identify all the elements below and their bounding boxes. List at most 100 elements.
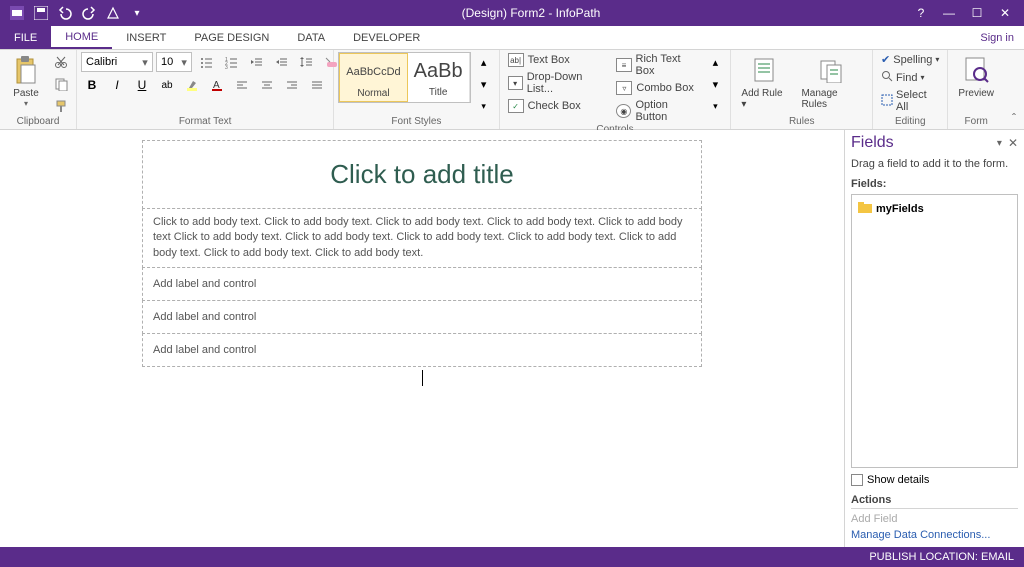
redo-icon[interactable] (78, 2, 100, 24)
pane-close-icon[interactable]: ✕ (1008, 136, 1018, 150)
spelling-button[interactable]: ✔Spelling ▾ (877, 52, 943, 67)
find-button[interactable]: Find ▾ (877, 69, 943, 86)
controls-column-1: ab|Text Box ▾Drop-Down List... ✓Check Bo… (504, 52, 611, 114)
style-normal[interactable]: AaBbCcDd Normal (339, 53, 407, 102)
italic-button[interactable]: I (106, 75, 128, 95)
controls-down-button[interactable]: ▾ (704, 74, 726, 94)
fields-pane-label: Fields: (845, 176, 1024, 192)
form-canvas[interactable]: Click to add title Click to add body tex… (142, 140, 702, 386)
style-title[interactable]: AaBb Title (408, 53, 470, 102)
font-size-combo[interactable]: 10▾ (156, 52, 192, 72)
align-right-button[interactable] (281, 75, 303, 95)
style-normal-preview: AaBbCcDd (346, 56, 400, 88)
group-clipboard: Paste ▾ Clipboard (0, 50, 77, 129)
undo-icon[interactable] (54, 2, 76, 24)
control-richtext[interactable]: ≡Rich Text Box (612, 52, 702, 78)
quick-publish-icon[interactable] (102, 2, 124, 24)
paste-icon (10, 54, 42, 86)
style-gallery-scroller: ▴ ▾ ▾ (473, 52, 495, 116)
save-icon[interactable] (30, 2, 52, 24)
show-details-checkbox-row[interactable]: Show details (845, 470, 1024, 490)
checkbox-icon: ✓ (508, 99, 524, 113)
tab-home[interactable]: HOME (51, 26, 112, 49)
label-control-row-3[interactable]: Add label and control (142, 333, 702, 367)
paste-button[interactable]: Paste ▾ (4, 52, 48, 110)
control-option[interactable]: ◉Option Button (612, 98, 702, 124)
help-icon[interactable]: ? (908, 2, 934, 24)
gallery-down-button[interactable]: ▾ (473, 74, 495, 94)
window-title: (Design) Form2 - InfoPath (154, 6, 908, 20)
align-center-button[interactable] (256, 75, 278, 95)
font-color-button[interactable]: A (206, 75, 228, 95)
control-combobox[interactable]: ▿Combo Box (612, 80, 702, 96)
checkbox-icon (851, 474, 863, 486)
tab-developer[interactable]: DEVELOPER (339, 26, 434, 49)
manage-rules-button[interactable]: Manage Rules (795, 52, 868, 112)
preview-label: Preview (958, 88, 994, 99)
maximize-button[interactable]: ☐ (964, 2, 990, 24)
align-justify-button[interactable] (306, 75, 328, 95)
control-checkbox[interactable]: ✓Check Box (504, 98, 611, 114)
pane-menu-icon[interactable]: ▾ (997, 138, 1002, 149)
app-icon[interactable] (6, 2, 28, 24)
title-field[interactable]: Click to add title (142, 140, 702, 209)
group-label-rules: Rules (735, 116, 868, 129)
textbox-icon: ab| (508, 53, 524, 67)
collapse-ribbon-button[interactable]: ˆ (1004, 107, 1024, 129)
numbering-button[interactable]: 123 (220, 52, 242, 72)
preview-button[interactable]: Preview (952, 52, 1000, 101)
window-controls: ? — ☐ ✕ (908, 2, 1024, 24)
group-controls: ab|Text Box ▾Drop-Down List... ✓Check Bo… (500, 50, 732, 129)
tab-file[interactable]: FILE (0, 26, 51, 49)
fields-pane: Fields ▾ ✕ Drag a field to add it to the… (844, 130, 1024, 547)
manage-data-connections-link[interactable]: Manage Data Connections... (851, 527, 1018, 543)
style-title-label: Title (414, 87, 463, 98)
option-icon: ◉ (616, 104, 631, 118)
decrease-indent-button[interactable] (245, 52, 267, 72)
increase-indent-button[interactable] (270, 52, 292, 72)
control-textbox[interactable]: ab|Text Box (504, 52, 611, 68)
fields-tree[interactable]: myFields (851, 194, 1018, 468)
publish-location-status: PUBLISH LOCATION: EMAIL (869, 551, 1014, 563)
format-painter-button[interactable] (50, 96, 72, 116)
bold-button[interactable]: B (81, 75, 103, 95)
add-rule-button[interactable]: Add Rule ▾ (735, 52, 793, 112)
close-button[interactable]: ✕ (992, 2, 1018, 24)
more-font-button[interactable]: ab (156, 75, 178, 95)
controls-up-button[interactable]: ▴ (704, 52, 726, 72)
underline-button[interactable]: U (131, 75, 153, 95)
label-control-row-2[interactable]: Add label and control (142, 300, 702, 334)
control-dropdown[interactable]: ▾Drop-Down List... (504, 70, 611, 96)
style-normal-label: Normal (346, 88, 400, 99)
svg-text:2: 2 (225, 61, 228, 67)
fields-pane-description: Drag a field to add it to the form. (845, 156, 1024, 176)
body-field[interactable]: Click to add body text. Click to add bod… (142, 208, 702, 268)
spelling-icon: ✔ (881, 53, 890, 66)
font-name-combo[interactable]: Calibri▾ (81, 52, 153, 72)
group-editing: ✔Spelling ▾ Find ▾ Select All Editing (873, 50, 948, 129)
tab-data[interactable]: DATA (283, 26, 339, 49)
group-label-font-styles: Font Styles (338, 116, 494, 129)
align-left-button[interactable] (231, 75, 253, 95)
gallery-more-button[interactable]: ▾ (473, 96, 495, 116)
manage-rules-label: Manage Rules (801, 88, 862, 110)
highlight-button[interactable] (181, 75, 203, 95)
line-spacing-button[interactable] (295, 52, 317, 72)
bullets-button[interactable] (195, 52, 217, 72)
richtext-icon: ≡ (616, 58, 631, 72)
label-placeholder-text: Add label and control (153, 344, 256, 356)
cut-button[interactable] (50, 52, 72, 72)
qa-customize-icon[interactable]: ▾ (126, 2, 148, 24)
tab-page-design[interactable]: PAGE DESIGN (180, 26, 283, 49)
show-details-label: Show details (867, 474, 929, 486)
tree-root-myfields[interactable]: myFields (856, 199, 1013, 218)
tab-insert[interactable]: INSERT (112, 26, 180, 49)
label-control-row-1[interactable]: Add label and control (142, 267, 702, 301)
select-all-button[interactable]: Select All (877, 88, 943, 114)
controls-more-button[interactable]: ▾ (704, 96, 726, 116)
sign-in-link[interactable]: Sign in (970, 26, 1024, 49)
minimize-button[interactable]: — (936, 2, 962, 24)
gallery-up-button[interactable]: ▴ (473, 52, 495, 72)
copy-button[interactable] (50, 74, 72, 94)
add-rule-icon (748, 54, 780, 86)
